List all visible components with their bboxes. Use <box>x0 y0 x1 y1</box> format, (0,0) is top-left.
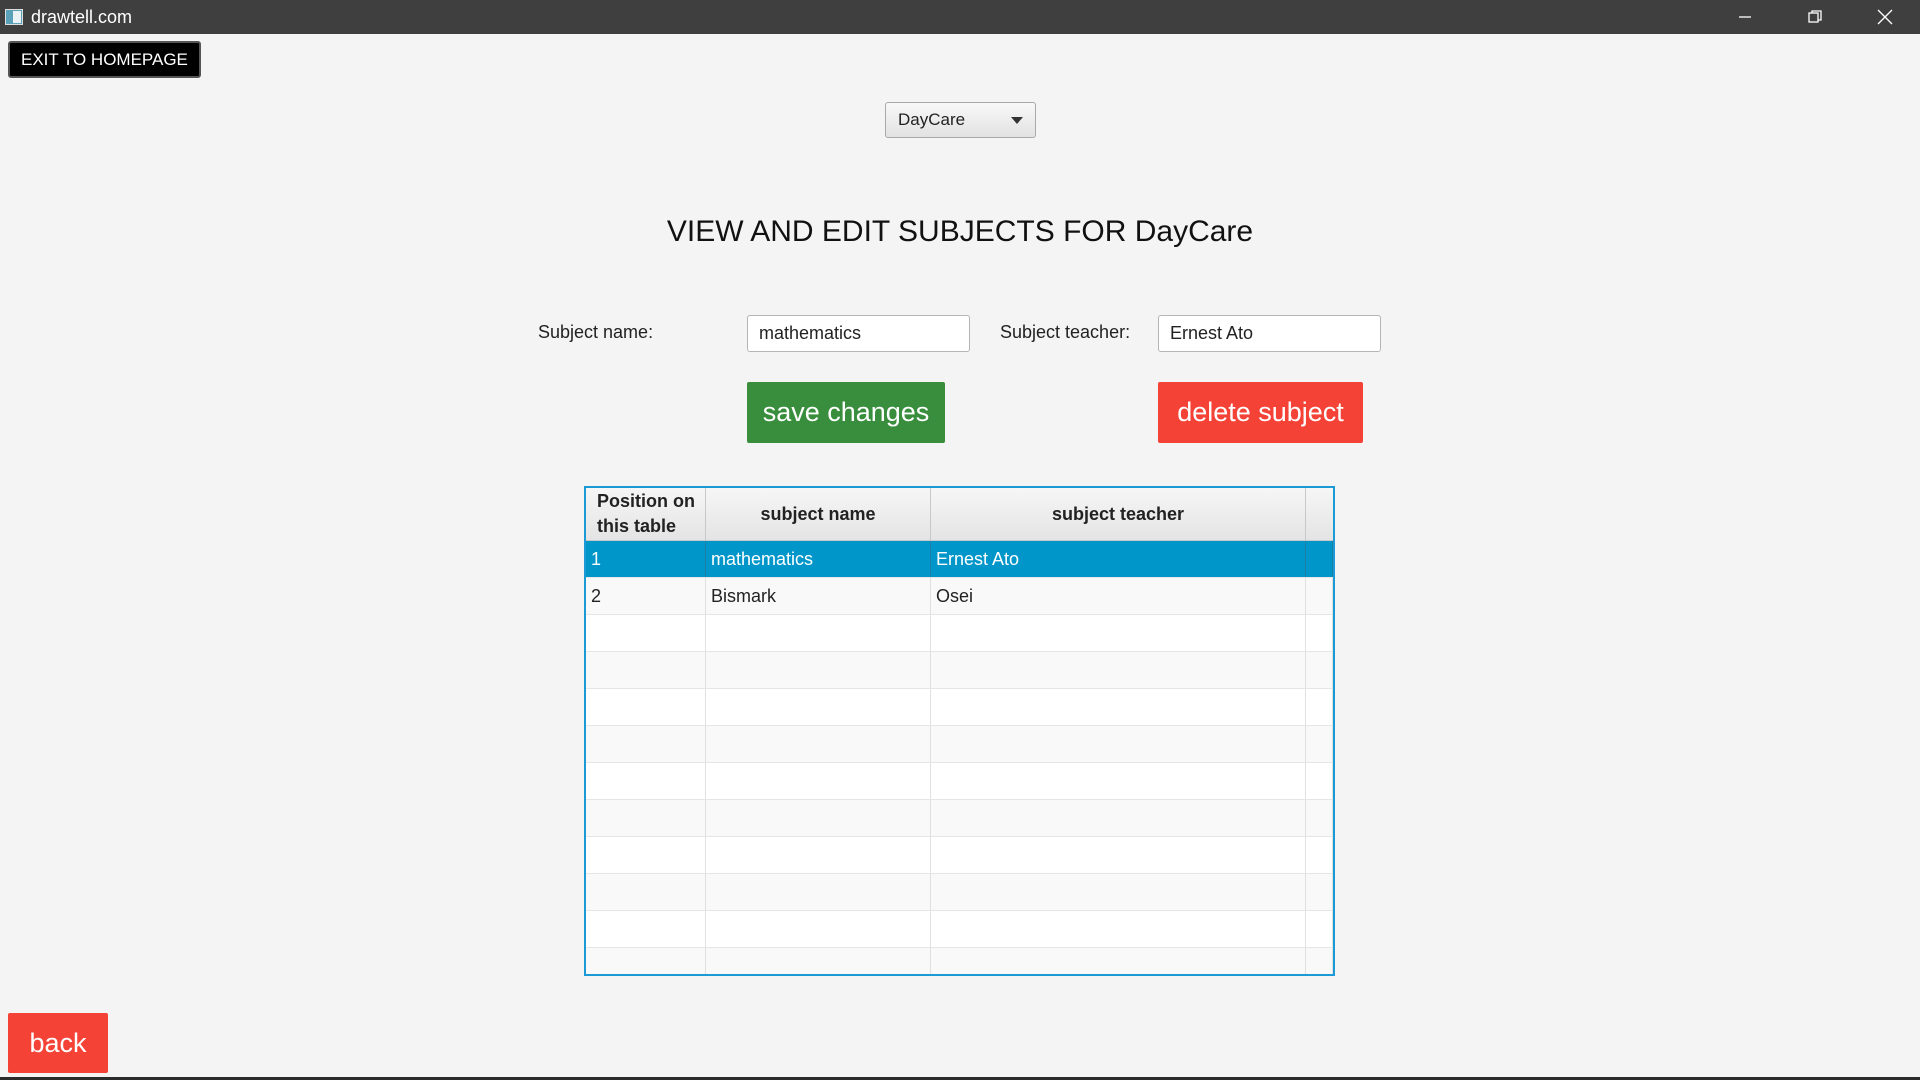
minimize-button[interactable] <box>1710 0 1780 34</box>
empty-row <box>586 837 1333 874</box>
close-button[interactable] <box>1850 0 1920 34</box>
cell-subject-name: Bismark <box>706 578 931 614</box>
empty-row <box>586 726 1333 763</box>
subject-name-field[interactable] <box>747 315 970 352</box>
restore-button[interactable] <box>1780 0 1850 34</box>
page-title: VIEW AND EDIT SUBJECTS FOR DayCare <box>666 215 1254 248</box>
cell-subject-teacher: Osei <box>931 578 1306 614</box>
cell-subject-teacher: Ernest Ato <box>931 541 1306 577</box>
cell-position: 1 <box>586 541 706 577</box>
column-header-subject-name[interactable]: subject name <box>706 488 931 540</box>
column-header-filler <box>1306 488 1333 540</box>
empty-row <box>586 689 1333 726</box>
cell-filler <box>1306 541 1333 577</box>
title-bar: drawtell.com <box>0 0 1920 34</box>
back-button[interactable]: back <box>8 1013 108 1073</box>
exit-to-homepage-button[interactable]: EXIT TO HOMEPAGE <box>8 41 201 78</box>
close-icon <box>1877 9 1893 25</box>
save-changes-button[interactable]: save changes <box>747 382 945 443</box>
class-select[interactable]: DayCare <box>885 102 1036 138</box>
empty-row <box>586 615 1333 652</box>
cell-subject-name: mathematics <box>706 541 931 577</box>
class-select-value: DayCare <box>898 110 966 129</box>
app-icon <box>5 9 23 25</box>
empty-row <box>586 652 1333 689</box>
subject-teacher-field[interactable] <box>1158 315 1381 352</box>
window-title: drawtell.com <box>31 6 133 27</box>
table-row[interactable]: 1 mathematics Ernest Ato <box>586 541 1333 578</box>
window-controls <box>1710 0 1920 34</box>
minimize-icon <box>1739 16 1751 18</box>
cell-filler <box>1306 578 1333 614</box>
empty-row <box>586 874 1333 911</box>
subject-teacher-label: Subject teacher: <box>1000 322 1131 342</box>
empty-row <box>586 948 1333 974</box>
column-header-position[interactable]: Position on this table <box>586 488 706 540</box>
delete-subject-button[interactable]: delete subject <box>1158 382 1363 443</box>
column-header-subject-teacher[interactable]: subject teacher <box>931 488 1306 540</box>
empty-row <box>586 911 1333 948</box>
empty-row <box>586 763 1333 800</box>
table-row[interactable]: 2 Bismark Osei <box>586 578 1333 615</box>
subject-name-label: Subject name: <box>538 322 654 342</box>
table-header: Position on this table subject name subj… <box>586 488 1333 541</box>
subjects-table[interactable]: Position on this table subject name subj… <box>584 486 1335 976</box>
cell-position: 2 <box>586 578 706 614</box>
restore-icon <box>1808 10 1822 23</box>
chevron-down-icon <box>1011 117 1023 124</box>
empty-row <box>586 800 1333 837</box>
